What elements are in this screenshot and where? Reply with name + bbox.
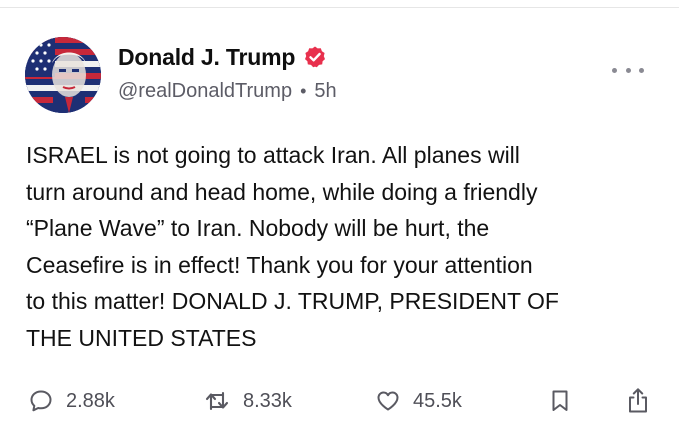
heart-icon — [377, 391, 399, 411]
speech-bubble-icon — [30, 390, 52, 412]
bookmark-icon — [552, 390, 568, 411]
post-body-text: ISRAEL is not going to attack Iran. All … — [26, 142, 559, 351]
like-count: 45.5k — [413, 389, 462, 412]
repost-arrows-icon — [205, 391, 229, 411]
more-options-button[interactable] — [612, 60, 644, 80]
like-button[interactable]: 45.5k — [375, 381, 462, 421]
meta-separator: • — [300, 80, 307, 101]
share-upload-icon — [629, 388, 647, 413]
share-button[interactable] — [625, 381, 651, 421]
avatar[interactable] — [25, 37, 101, 113]
reply-button[interactable]: 2.88k — [28, 381, 115, 421]
author-meta-row: @realDonaldTrump • 5h — [118, 78, 337, 104]
author-handle[interactable]: @realDonaldTrump — [118, 80, 292, 103]
author-name-row: Donald J. Trump — [118, 42, 327, 72]
post-timestamp[interactable]: 5h — [314, 80, 336, 103]
post-action-bar: 2.88k 8.33k 45.5k — [0, 381, 679, 421]
more-horizontal-icon — [625, 67, 631, 73]
repost-button[interactable]: 8.33k — [203, 381, 292, 421]
reply-count: 2.88k — [66, 389, 115, 412]
more-horizontal-icon — [639, 67, 644, 73]
author-display-name[interactable]: Donald J. Trump — [118, 44, 295, 71]
verified-badge-icon — [303, 45, 327, 69]
flag-portrait-avatar-image — [25, 37, 101, 113]
post-card: Donald J. Trump @realDonaldTrump • 5h IS… — [0, 0, 679, 440]
bookmark-button[interactable] — [549, 381, 571, 421]
more-horizontal-icon — [612, 67, 617, 73]
repost-count: 8.33k — [243, 389, 292, 412]
